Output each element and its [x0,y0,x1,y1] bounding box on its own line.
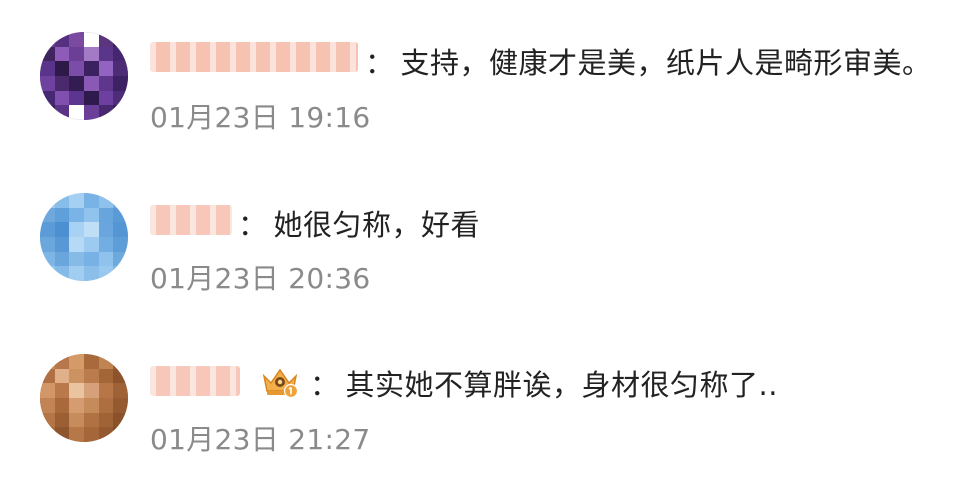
comment-item: ：其实她不算胖诶，身材很匀称了.. 01月23日 21:27 [0,0,973,456]
avatar[interactable] [40,354,128,442]
name-separator: ： [238,208,268,242]
comment-text: 她很匀称，好看 [273,208,481,242]
crown-badge-icon [262,368,299,399]
name-separator: ： [310,368,340,402]
username-blurred[interactable] [150,205,232,235]
comment-text: 其实她不算胖诶，身材很匀称了.. [345,368,778,402]
timestamp: 01月23日 20:36 [150,262,371,295]
timestamp: 01月23日 21:27 [150,423,371,456]
username-blurred[interactable] [150,366,240,396]
comment-content: ：她很匀称，好看 [238,202,480,244]
crown-badge-icon[interactable] [260,364,300,400]
avatar[interactable] [40,193,128,281]
comment-content: ：其实她不算胖诶，身材很匀称了.. [310,362,778,404]
